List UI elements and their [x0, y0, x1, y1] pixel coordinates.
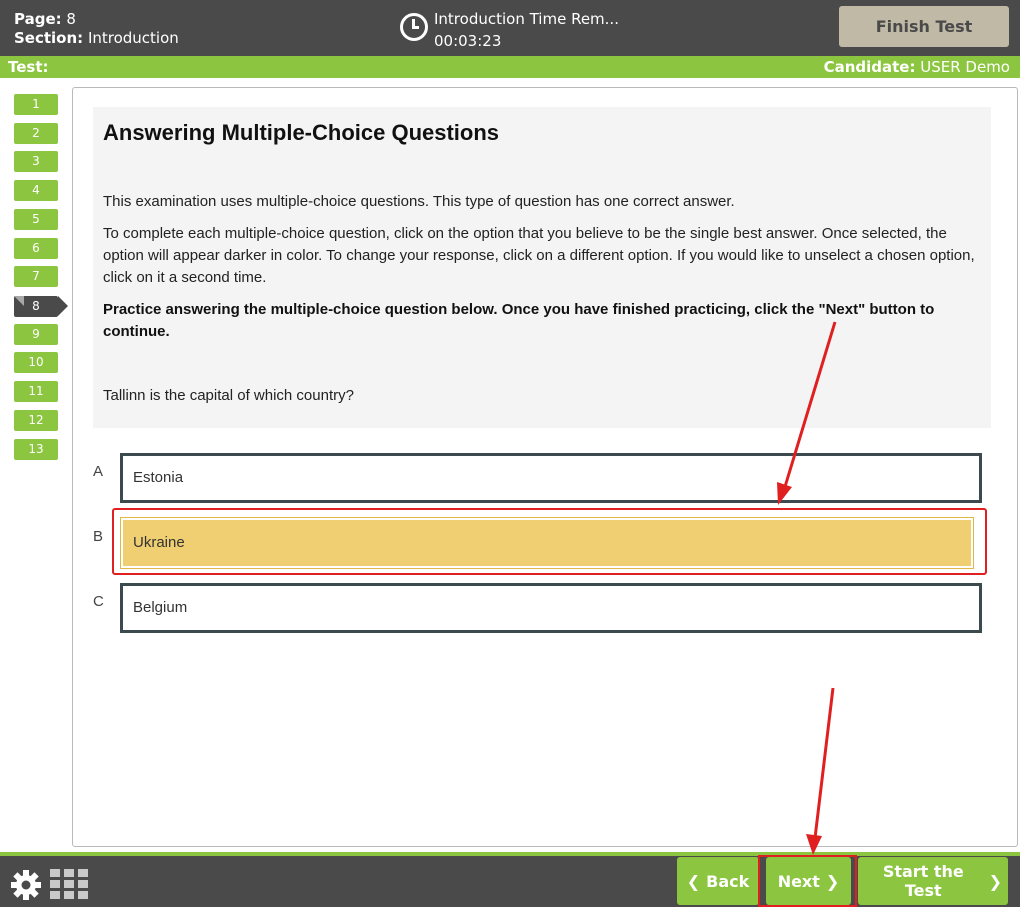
question-nav-item[interactable]: 5 — [14, 209, 58, 230]
clock-icon — [400, 13, 428, 41]
test-label: Test: — [8, 58, 49, 76]
page-info: Page: 8 Section: Introduction — [14, 10, 179, 48]
back-button-label: Back — [706, 871, 750, 891]
question-nav-item[interactable]: 3 — [14, 151, 58, 172]
option-belgium[interactable]: Belgium — [120, 583, 982, 633]
test-info-bar: Test: Candidate: USER Demo — [0, 56, 1020, 78]
question-text: Tallinn is the capital of which country? — [103, 387, 354, 404]
instruction-paragraph-3: Practice answering the multiple-choice q… — [103, 301, 935, 340]
page-label: Page: — [14, 10, 62, 28]
question-nav-item[interactable]: 7 — [14, 266, 58, 287]
start-test-button[interactable]: Start the Test ❯ — [858, 857, 1008, 905]
page-number: 8 — [66, 10, 76, 28]
candidate-name: USER Demo — [920, 58, 1010, 76]
back-button[interactable]: ❮ Back — [677, 857, 759, 905]
instruction-paragraph-1: This examination uses multiple-choice qu… — [103, 193, 735, 210]
instruction-paragraph-2: To complete each multiple-choice questio… — [103, 225, 975, 286]
option-letter-c: C — [93, 593, 104, 610]
page-title: Answering Multiple-Choice Questions — [103, 120, 500, 145]
question-nav-item[interactable]: 10 — [14, 352, 58, 373]
candidate-info: Candidate: USER Demo — [824, 56, 1010, 78]
question-nav-item[interactable]: 11 — [14, 381, 58, 402]
timer-value: 00:03:23 — [434, 32, 502, 50]
candidate-label: Candidate: — [823, 58, 916, 76]
option-letter-b: B — [93, 528, 104, 545]
chevron-left-icon: ❮ — [686, 871, 701, 891]
next-button[interactable]: Next ❯ — [766, 857, 851, 905]
question-nav-item[interactable]: 4 — [14, 180, 58, 201]
chevron-right-icon: ❯ — [988, 871, 1002, 891]
chevron-right-icon: ❯ — [825, 871, 840, 891]
selection-highlight-frame — [112, 508, 987, 575]
option-letter-a: A — [93, 463, 104, 480]
next-button-label: Next — [777, 871, 820, 891]
question-nav-item[interactable]: 6 — [14, 238, 58, 259]
finish-test-button[interactable]: Finish Test — [839, 6, 1009, 47]
section-name: Introduction — [87, 29, 179, 47]
option-estonia[interactable]: Estonia — [120, 453, 982, 503]
question-nav-item-current[interactable]: 8 — [14, 296, 68, 317]
question-nav-item[interactable]: 9 — [14, 324, 58, 345]
gear-icon[interactable] — [10, 869, 42, 901]
question-stem: Answering Multiple-Choice Questions This… — [93, 107, 991, 428]
start-test-label: Start the Test — [882, 862, 964, 900]
question-nav-item[interactable]: 12 — [14, 410, 58, 431]
question-nav-item[interactable]: 2 — [14, 123, 58, 144]
top-bar: Page: 8 Section: Introduction Introducti… — [0, 0, 1020, 56]
section-label: Section: — [14, 29, 84, 47]
timer-label: Introduction Time Rem... — [434, 10, 619, 28]
question-nav-item[interactable]: 1 — [14, 94, 58, 115]
grid-icon[interactable] — [50, 869, 88, 899]
question-nav-item[interactable]: 13 — [14, 439, 58, 460]
